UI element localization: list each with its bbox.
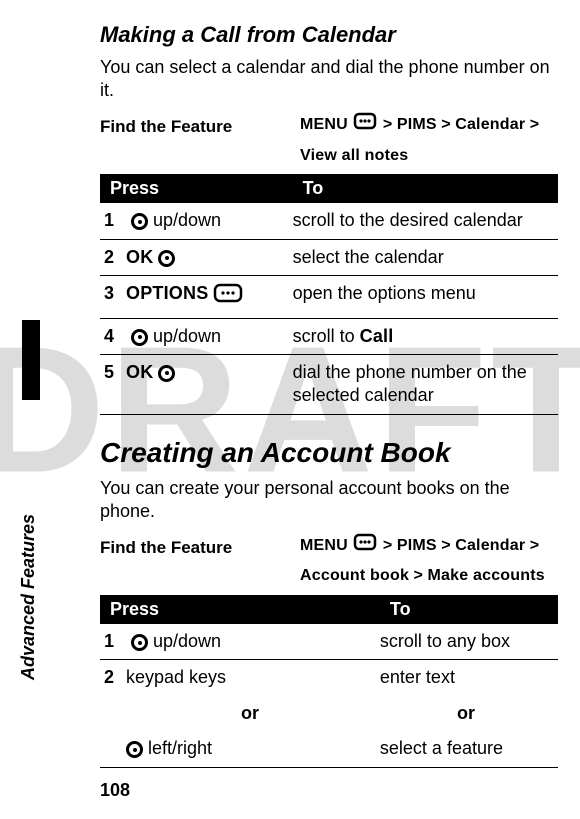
- nav-key-icon: [126, 741, 143, 758]
- path-view-all-notes: View all notes: [300, 147, 408, 164]
- path-calendar: Calendar: [455, 116, 525, 133]
- path-calendar: Calendar: [455, 537, 525, 554]
- find-feature-label: Find the Feature: [100, 111, 300, 137]
- section1-nav-path: MENU > PIMS > Calendar > View all notes: [300, 111, 558, 169]
- section1-steps-table: Press To 1 up/down scroll to the desired…: [100, 174, 558, 414]
- col-to: To: [380, 595, 558, 624]
- section2-intro: You can create your personal account boo…: [100, 477, 558, 524]
- section1-title: Making a Call from Calendar: [100, 22, 558, 48]
- path-pims: PIMS: [397, 116, 437, 133]
- section2-title: Creating an Account Book: [100, 437, 558, 469]
- or-row: or or: [100, 696, 558, 731]
- table-row: 4 up/down scroll to Call: [100, 318, 558, 354]
- table-row: 5 OK dial the phone number on the select…: [100, 354, 558, 414]
- page-number: 108: [100, 780, 130, 801]
- path-make-accounts: Make accounts: [428, 567, 545, 584]
- section2-find-feature: Find the Feature MENU > PIMS > Calendar …: [100, 532, 558, 590]
- col-to: To: [293, 174, 558, 203]
- section1-find-feature: Find the Feature MENU > PIMS > Calendar …: [100, 111, 558, 169]
- path-menu: MENU: [300, 116, 348, 133]
- table-row: 1 up/down scroll to the desired calendar: [100, 203, 558, 239]
- col-press: Press: [100, 174, 293, 203]
- menu-key-icon: [352, 532, 378, 565]
- table-row: 3 OPTIONS open the options menu: [100, 276, 558, 318]
- table-row: 2 OK select the calendar: [100, 239, 558, 275]
- table-row: left/right select a feature: [100, 731, 558, 767]
- find-feature-label: Find the Feature: [100, 532, 300, 558]
- nav-key-icon: [158, 250, 175, 267]
- nav-key-icon: [131, 213, 148, 230]
- section1-intro: You can select a calendar and dial the p…: [100, 56, 558, 103]
- path-pims: PIMS: [397, 537, 437, 554]
- path-account-book: Account book: [300, 567, 409, 584]
- nav-key-icon: [131, 634, 148, 651]
- table-row: 2 keypad keys enter text: [100, 660, 558, 696]
- nav-key-icon: [131, 329, 148, 346]
- options-key-icon: [213, 283, 243, 311]
- menu-key-icon: [352, 111, 378, 144]
- section2-steps-table: Press To 1 up/down scroll to any box 2 k…: [100, 595, 558, 768]
- path-menu: MENU: [300, 537, 348, 554]
- side-section-label: Advanced Features: [18, 514, 39, 680]
- nav-key-icon: [158, 365, 175, 382]
- table-row: 1 up/down scroll to any box: [100, 624, 558, 660]
- col-press: Press: [100, 595, 380, 624]
- side-tab: [22, 320, 40, 400]
- section2-nav-path: MENU > PIMS > Calendar > Account book > …: [300, 532, 558, 590]
